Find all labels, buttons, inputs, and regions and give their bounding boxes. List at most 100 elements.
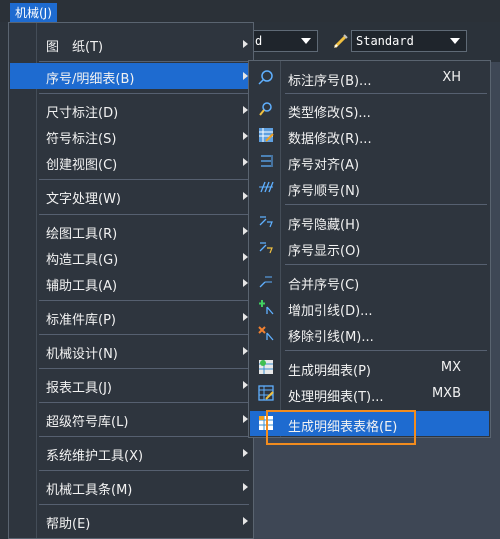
toolbar-strip: d Standard — [250, 22, 500, 62]
menu-item-mech-design[interactable]: 机械设计(N) — [10, 338, 252, 364]
menu-item-dimension[interactable]: 尺寸标注(D) — [10, 97, 252, 123]
menu-separator — [39, 93, 249, 94]
menu-item-label: 机械设计(N) — [46, 347, 118, 362]
menu-item-drawing[interactable]: 图 纸(T) — [10, 31, 252, 57]
menu-separator — [39, 504, 249, 505]
menu-item-report-tools[interactable]: 报表工具(J) — [10, 372, 252, 398]
submenu-item-add-leader[interactable]: 增加引线(D)... — [250, 295, 489, 320]
process-bom-icon — [258, 385, 274, 401]
menu-item-label: 文字处理(W) — [46, 192, 121, 207]
menu-item-drawing-tools[interactable]: 绘图工具(R) — [10, 218, 252, 244]
submenu-item-merge-number[interactable]: 合并序号(C) — [250, 269, 489, 294]
submenu-item-sequence[interactable]: 序号顺号(N) — [250, 175, 489, 200]
dimension-style-icon[interactable] — [332, 33, 348, 49]
menu-separator — [39, 300, 249, 301]
hide-number-icon — [259, 216, 273, 228]
menu-item-label: 图 纸(T) — [46, 40, 104, 55]
chevron-down-icon — [301, 38, 311, 44]
menu-item-label: 尺寸标注(D) — [46, 106, 119, 121]
menu-item-label: 机械工具条(M) — [46, 483, 133, 498]
menu-item-label: 创建视图(C) — [46, 158, 118, 173]
menu-separator — [39, 61, 249, 62]
menu-separator — [39, 214, 249, 215]
submenu-item-show-number[interactable]: 序号显示(O) — [250, 235, 489, 260]
menu-separator — [285, 93, 487, 94]
submenu-item-label: 增加引线(D)... — [288, 304, 373, 319]
menubar: 机械(J) — [0, 0, 500, 22]
merge-number-icon — [259, 276, 272, 288]
menu-item-aux-tools[interactable]: 辅助工具(A) — [10, 270, 252, 296]
add-leader-icon — [259, 300, 274, 315]
mechanical-menu: 图 纸(T) 序号/明细表(B) 尺寸标注(D) 符号标注(S) 创建视图(C)… — [8, 22, 254, 539]
menu-item-numbering-bom[interactable]: 序号/明细表(B) — [10, 63, 252, 89]
data-edit-icon — [259, 128, 274, 142]
align-icon — [261, 155, 273, 167]
numbering-bom-submenu: 标注序号(B)... XH 类型修改(S)... 数据修改(R)... 序号对齐… — [248, 60, 491, 438]
submenu-item-label: 合并序号(C) — [288, 278, 360, 293]
submenu-item-label: 数据修改(R)... — [288, 132, 372, 147]
menu-item-help[interactable]: 帮助(E) — [10, 508, 252, 534]
menu-separator — [39, 436, 249, 437]
menu-item-label: 标准件库(P) — [46, 313, 116, 328]
submenu-item-label: 序号显示(O) — [288, 244, 361, 259]
type-edit-icon — [259, 102, 272, 116]
menu-item-label: 系统维护工具(X) — [46, 449, 144, 464]
show-number-icon — [259, 242, 273, 254]
submenu-item-label: 类型修改(S)... — [288, 106, 371, 121]
left-panel-edge — [0, 22, 8, 539]
menu-separator — [39, 470, 249, 471]
shortcut-text: XH — [442, 70, 461, 85]
menu-separator — [39, 402, 249, 403]
menu-item-standard-parts[interactable]: 标准件库(P) — [10, 304, 252, 330]
layer-combo-value: d — [255, 34, 263, 48]
menu-title-mechanical[interactable]: 机械(J) — [10, 3, 57, 22]
submenu-item-align[interactable]: 序号对齐(A) — [250, 149, 489, 174]
submenu-item-generate-bom[interactable]: 生成明细表(P) MX — [250, 355, 489, 380]
submenu-item-label: 序号隐藏(H) — [288, 218, 360, 233]
layer-combo[interactable]: d — [250, 30, 318, 52]
menu-item-label: 序号/明细表(B) — [46, 72, 135, 87]
shortcut-text: MXB — [431, 386, 461, 401]
submenu-item-type-edit[interactable]: 类型修改(S)... — [250, 97, 489, 122]
submenu-item-label: 序号顺号(N) — [288, 184, 360, 199]
submenu-arrow-icon — [243, 517, 248, 525]
menu-item-label: 构造工具(G) — [46, 253, 119, 268]
submenu-arrow-icon — [243, 449, 248, 457]
menu-item-super-symbols[interactable]: 超级符号库(L) — [10, 406, 252, 432]
menu-item-symbol[interactable]: 符号标注(S) — [10, 123, 252, 149]
submenu-item-hide-number[interactable]: 序号隐藏(H) — [250, 209, 489, 234]
menu-item-label: 绘图工具(R) — [46, 227, 118, 242]
menu-item-label: 符号标注(S) — [46, 132, 117, 147]
menu-item-toolbar[interactable]: 机械工具条(M) — [10, 474, 252, 500]
chevron-down-icon — [450, 38, 460, 44]
menu-separator — [285, 350, 487, 351]
submenu-item-label: 处理明细表(T)... — [288, 390, 384, 405]
generate-bom-icon — [259, 360, 273, 374]
remove-leader-icon — [258, 326, 274, 341]
submenu-item-data-edit[interactable]: 数据修改(R)... — [250, 123, 489, 148]
submenu-arrow-icon — [243, 40, 248, 48]
highlight-box — [266, 410, 416, 445]
menu-item-label: 超级符号库(L) — [46, 415, 129, 430]
style-combo[interactable]: Standard — [351, 30, 467, 52]
submenu-item-remove-leader[interactable]: 移除引线(M)... — [250, 321, 489, 346]
submenu-item-label: 标注序号(B)... — [288, 74, 372, 89]
menu-separator — [39, 368, 249, 369]
menu-item-text[interactable]: 文字处理(W) — [10, 183, 252, 209]
submenu-item-process-bom[interactable]: 处理明细表(T)... MXB — [250, 381, 489, 406]
submenu-item-label: 生成明细表(P) — [288, 364, 371, 379]
style-combo-value: Standard — [356, 34, 414, 48]
menu-item-construct-tools[interactable]: 构造工具(G) — [10, 244, 252, 270]
shortcut-text: MX — [440, 360, 461, 375]
menu-item-label: 辅助工具(A) — [46, 279, 118, 294]
menu-item-maintenance[interactable]: 系统维护工具(X) — [10, 440, 252, 466]
menu-separator — [285, 204, 487, 205]
submenu-item-label: 序号对齐(A) — [288, 158, 360, 173]
menu-item-create-view[interactable]: 创建视图(C) — [10, 149, 252, 175]
submenu-item-annotate-number[interactable]: 标注序号(B)... XH — [250, 65, 489, 90]
balloon-number-icon — [258, 70, 273, 85]
sequence-icon — [259, 181, 274, 193]
menu-item-label: 报表工具(J) — [46, 381, 112, 396]
menu-separator — [39, 334, 249, 335]
menu-separator — [285, 264, 487, 265]
